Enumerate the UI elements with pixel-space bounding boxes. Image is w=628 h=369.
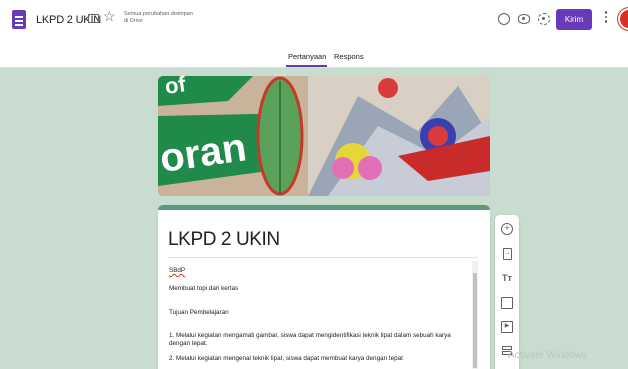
card-accent-bar	[158, 205, 490, 210]
eye-icon[interactable]	[518, 14, 530, 24]
scrollbar-thumb[interactable]	[473, 273, 477, 368]
active-tab-indicator	[286, 65, 327, 67]
google-forms-icon[interactable]	[12, 10, 26, 29]
title-underline	[168, 257, 478, 258]
add-title-icon[interactable]: Tт	[501, 272, 513, 284]
description-line[interactable]: SBdP	[169, 267, 469, 275]
save-status-line1: Semua perubahan disimpan	[124, 11, 193, 17]
description-line[interactable]: Tujuan Pembelajaran	[169, 309, 469, 317]
import-questions-icon[interactable]: →	[503, 248, 512, 260]
floating-toolbar: + → Tт ▶	[495, 215, 519, 369]
more-vert-icon[interactable]	[604, 9, 608, 29]
save-status-line2: di Drive	[124, 18, 143, 24]
description-line[interactable]: Membuat topi dari kertas	[169, 285, 469, 293]
save-status: Semua perubahan disimpan di Drive	[124, 11, 204, 25]
description-line[interactable]: 1. Melalui kegiatan mengamati gambar, si…	[169, 332, 469, 348]
description-line[interactable]: 2. Melalui kegiatan mengenal teknik lipa…	[169, 355, 469, 363]
header-image-art: of oran	[158, 76, 490, 196]
tab-questions[interactable]: Pertanyaan	[288, 52, 326, 61]
header-image: of oran	[158, 76, 490, 196]
folder-icon[interactable]	[88, 14, 99, 23]
form-title[interactable]: LKPD 2 UKIN	[168, 229, 280, 251]
add-video-icon[interactable]: ▶	[501, 321, 513, 333]
banner-text-partial: of	[163, 76, 188, 99]
tab-responses[interactable]: Respons	[334, 52, 364, 61]
palette-icon[interactable]	[498, 13, 510, 25]
top-bar: LKPD 2 UKIN ☆ Semua perubahan disimpan d…	[0, 0, 628, 45]
star-icon[interactable]: ☆	[103, 9, 116, 23]
form-header-card[interactable]: LKPD 2 UKIN SBdP Membuat topi dari kerta…	[158, 205, 490, 369]
gear-icon[interactable]	[538, 13, 550, 25]
add-image-icon[interactable]	[501, 297, 513, 309]
description-scrollbar[interactable]	[472, 261, 478, 369]
send-button[interactable]: Kirim	[556, 9, 592, 30]
tab-bar: Pertanyaan Respons	[0, 45, 628, 68]
activate-windows-watermark: Activate Windows	[508, 350, 587, 361]
add-question-icon[interactable]: +	[501, 223, 513, 235]
avatar[interactable]	[618, 8, 628, 30]
